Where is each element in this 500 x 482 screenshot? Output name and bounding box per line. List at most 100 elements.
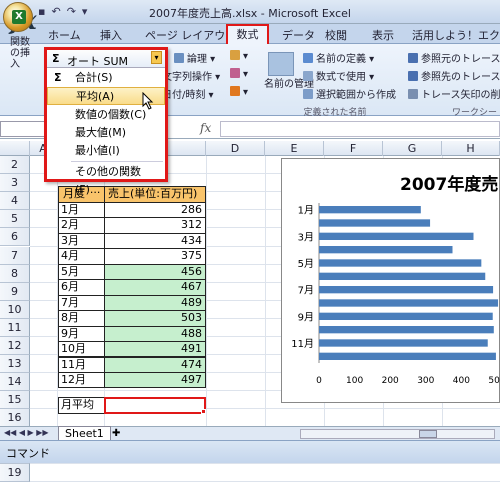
menu-item-more-functions[interactable]: その他の関数(F)... [47, 163, 165, 196]
select-all-corner[interactable] [0, 141, 30, 156]
define-name-button[interactable]: 名前の定義 ▾ [303, 50, 374, 65]
text-functions-button[interactable]: 文字列操作 ▾ [162, 68, 220, 83]
tab-formulas[interactable]: 数式 [226, 24, 269, 46]
row-header[interactable]: 3 [0, 174, 30, 193]
row-header[interactable]: 8 [0, 264, 30, 283]
row-header[interactable]: 19 [0, 463, 30, 482]
column-header[interactable]: D [206, 141, 265, 156]
autosum-dropdown-arrow-icon[interactable]: ▾ [151, 51, 162, 64]
average-label[interactable]: 月平均 [58, 397, 105, 414]
chart-bar[interactable] [319, 326, 494, 334]
menu-item-min[interactable]: 最小値(I) [47, 142, 165, 160]
datetime-button[interactable]: 日付/時刻 ▾ [162, 86, 214, 101]
tab-home[interactable]: ホーム [48, 27, 81, 43]
trace-precedents-button[interactable]: 参照元のトレース [408, 50, 500, 65]
formula-input[interactable] [220, 121, 500, 137]
row-header[interactable]: 16 [0, 409, 30, 428]
row-header[interactable]: 14 [0, 373, 30, 392]
sales-cell[interactable]: 467 [104, 279, 206, 296]
fill-handle[interactable] [201, 409, 206, 414]
tab-excel-tips[interactable]: 活用しよう！エクセル [412, 27, 500, 43]
insert-function-label[interactable]: 関数の挿入 [10, 37, 36, 70]
chart-bar[interactable] [319, 299, 499, 307]
row-header[interactable]: 7 [0, 246, 30, 265]
row-header[interactable]: 9 [0, 282, 30, 301]
row-header[interactable]: 12 [0, 337, 30, 356]
remove-arrows-button[interactable]: トレース矢印の削除 [408, 86, 500, 101]
sales-cell[interactable]: 488 [104, 325, 206, 343]
tab-page-layout[interactable]: ページ レイアウト [145, 27, 236, 43]
month-cell[interactable]: 3月 [58, 232, 105, 250]
month-cell[interactable]: 12月 [58, 371, 105, 389]
row-header[interactable]: 2 [0, 156, 30, 175]
chart-bar[interactable] [319, 339, 488, 347]
chart-bar[interactable] [319, 352, 496, 360]
scroll-thumb[interactable] [419, 430, 437, 438]
month-cell[interactable]: 5月 [58, 263, 105, 281]
sales-cell[interactable]: 497 [104, 371, 206, 389]
month-cell[interactable]: 7月 [58, 294, 105, 312]
tab-insert[interactable]: 挿入 [100, 27, 122, 43]
row-header[interactable]: 4 [0, 192, 30, 211]
header-sales[interactable]: 売上(単位:百万円) [104, 186, 206, 203]
month-cell[interactable]: 10月 [58, 341, 105, 358]
logic-button[interactable]: 論理 ▾ [174, 50, 215, 65]
new-sheet-icon[interactable]: ✚ [112, 428, 120, 439]
chart-bar[interactable] [319, 246, 453, 254]
sales-cell[interactable]: 503 [104, 310, 206, 327]
row-header[interactable]: 10 [0, 300, 30, 319]
month-cell[interactable]: 11月 [58, 356, 105, 373]
chart-bar[interactable] [319, 286, 494, 294]
more-functions-button[interactable]: ▾ [230, 86, 248, 98]
month-cell[interactable]: 2月 [58, 217, 105, 234]
row-header[interactable]: 13 [0, 355, 30, 374]
sales-cell[interactable]: 491 [104, 341, 206, 358]
menu-item-max[interactable]: 最大値(M) [47, 124, 165, 142]
use-in-formula-button[interactable]: 数式で使用 ▾ [303, 68, 374, 83]
autosum-button[interactable]: Σ オート SUM ▾ [47, 50, 165, 68]
name-manager-icon[interactable] [268, 52, 294, 76]
sales-cell[interactable]: 489 [104, 294, 206, 312]
sales-cell[interactable]: 456 [104, 263, 206, 281]
month-cell[interactable]: 6月 [58, 279, 105, 296]
column-header[interactable]: E [265, 141, 324, 156]
tab-view[interactable]: 表示 [372, 27, 394, 43]
chart-bar[interactable] [319, 206, 421, 214]
column-header[interactable]: F [324, 141, 383, 156]
tab-review[interactable]: 校閲 [325, 27, 347, 43]
month-cell[interactable]: 8月 [58, 310, 105, 327]
sales-cell[interactable]: 312 [104, 217, 206, 234]
column-header[interactable]: G [383, 141, 442, 156]
sales-cell[interactable]: 286 [104, 202, 206, 219]
row-header[interactable]: 5 [0, 210, 30, 229]
menu-item-sum[interactable]: 合計(S) [47, 69, 165, 87]
chart-bar[interactable] [319, 232, 474, 240]
chart-bar[interactable] [319, 259, 482, 267]
sheet-tab-sheet1[interactable]: Sheet1 [58, 426, 111, 441]
month-cell[interactable]: 9月 [58, 325, 105, 343]
formula-fx-icon[interactable]: fx [200, 121, 211, 135]
column-header[interactable]: H [442, 141, 500, 156]
sheet-nav-icon[interactable]: ◀◀ ◀ ▶ ▶▶ [4, 428, 49, 437]
row-header[interactable]: 11 [0, 318, 30, 337]
name-manager-label[interactable]: 名前の管理 [264, 79, 314, 90]
lookup-button[interactable]: ▾ [230, 50, 248, 62]
horizontal-scrollbar[interactable] [300, 429, 495, 439]
row-header[interactable]: 6 [0, 228, 30, 247]
sales-cell[interactable]: 474 [104, 356, 206, 373]
month-cell[interactable]: 1月 [58, 202, 105, 219]
month-cell[interactable]: 4月 [58, 248, 105, 265]
tab-data[interactable]: データ [282, 27, 315, 43]
sales-cell[interactable]: 434 [104, 232, 206, 250]
average-cell[interactable] [104, 397, 206, 414]
math-button[interactable]: ▾ [230, 68, 248, 80]
chart-bar[interactable] [319, 312, 493, 320]
name-box[interactable] [0, 121, 45, 137]
trace-dependents-button[interactable]: 参照先のトレース [408, 68, 500, 83]
create-from-selection-button[interactable]: 選択範囲から作成 [303, 86, 396, 101]
chart-bar[interactable] [319, 272, 486, 280]
office-button[interactable]: X [3, 2, 33, 32]
row-header[interactable]: 15 [0, 391, 30, 410]
sales-cell[interactable]: 375 [104, 248, 206, 265]
chart-bar[interactable] [319, 219, 431, 227]
